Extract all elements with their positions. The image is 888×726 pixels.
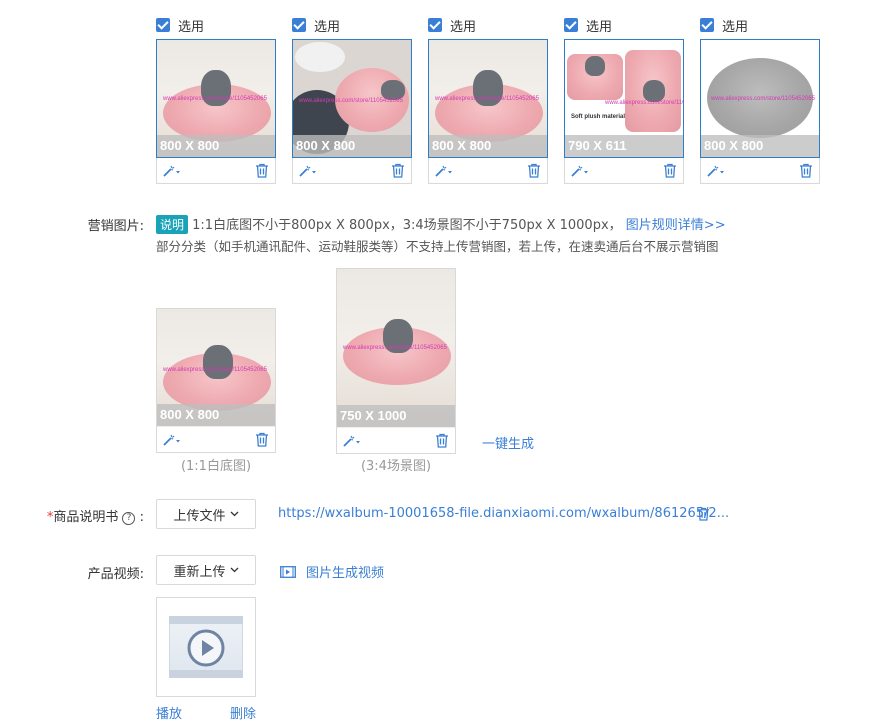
promo-caption: Soft plush material	[571, 114, 626, 120]
trash-icon[interactable]	[527, 163, 541, 178]
product-image-card: www.aliexpress.com/store/1105452065 800 X…	[428, 39, 548, 184]
image-toolbar	[565, 157, 683, 183]
image-toolbar	[293, 157, 411, 183]
marketing-portrait-image[interactable]: www.aliexpress.com/store/1105452065 750 …	[337, 269, 455, 427]
product-image-card: www.aliexpress.com/store/1105452065 800 X…	[292, 39, 412, 184]
trash-icon[interactable]	[391, 163, 405, 178]
image-toolbar	[157, 426, 275, 452]
select-label: 选用	[586, 19, 613, 35]
chevron-down-icon	[230, 511, 238, 517]
image-rules-link[interactable]: 图片规则详情>>	[626, 218, 726, 233]
select-label: 选用	[450, 19, 477, 35]
portrait-caption: (3:4场景图)	[360, 459, 432, 474]
select-label: 选用	[178, 19, 205, 35]
trash-icon[interactable]	[255, 163, 269, 178]
marketing-note: 部分分类（如手机通讯配件、运动鞋服类等）不支持上传营销图，若上传，在速卖通后台不…	[156, 239, 719, 254]
image-toolbar	[157, 157, 275, 183]
trash-icon[interactable]	[799, 163, 813, 178]
marketing-rules-line: 说明 1:1白底图不小于800px X 800px，3:4场景图不小于750px…	[156, 214, 726, 234]
select-checkbox[interactable]: 选用	[156, 16, 205, 35]
magic-wand-icon[interactable]	[343, 434, 361, 448]
select-checkbox[interactable]: 选用	[428, 16, 477, 35]
magic-wand-icon[interactable]	[435, 164, 453, 178]
product-image[interactable]: www.aliexpress.com/store/1105452065 800 X…	[292, 39, 412, 158]
image-dimension: 800 X 800	[293, 135, 411, 157]
product-image[interactable]: www.aliexpress.com/store/1105452065 800 X…	[156, 39, 276, 158]
trash-icon[interactable]	[435, 433, 449, 448]
chevron-down-icon	[230, 567, 238, 573]
product-image-card: www.aliexpress.com/store/1105452065 800 X…	[156, 39, 276, 184]
select-label: 选用	[722, 19, 749, 35]
select-checkbox[interactable]: 选用	[292, 16, 341, 35]
select-checkbox[interactable]: 选用	[700, 16, 749, 35]
image-dimension: 800 X 800	[701, 135, 819, 157]
manual-file-link[interactable]: https://wxalbum-10001658-file.dianxiaomi…	[278, 506, 729, 521]
image-toolbar	[337, 427, 455, 453]
upload-file-button[interactable]: 上传文件	[156, 499, 256, 529]
marketing-portrait-card: www.aliexpress.com/store/1105452065 750 …	[336, 268, 456, 454]
product-image[interactable]: Soft plush material www.aliexpress.com/st…	[564, 39, 684, 158]
checkbox-checked-icon[interactable]	[156, 18, 170, 32]
image-dimension: 790 X 611	[565, 135, 683, 157]
magic-wand-icon[interactable]	[163, 433, 181, 447]
checkbox-checked-icon[interactable]	[700, 18, 714, 32]
image-to-video-link[interactable]: 图片生成视频	[280, 562, 384, 581]
select-checkbox[interactable]: 选用	[564, 16, 613, 35]
info-badge: 说明	[156, 215, 189, 234]
image-dimension: 800 X 800	[157, 404, 275, 426]
image-dimension: 800 X 800	[157, 135, 275, 157]
product-image-card: www.aliexpress.com/store/1105452065 800 X…	[700, 39, 820, 184]
image-dimension: 750 X 1000	[337, 405, 455, 427]
product-image-card: Soft plush material www.aliexpress.com/st…	[564, 39, 684, 184]
trash-icon[interactable]	[697, 507, 710, 525]
checkbox-checked-icon[interactable]	[292, 18, 306, 32]
image-toolbar	[701, 157, 819, 183]
play-link[interactable]: 播放	[156, 703, 182, 722]
magic-wand-icon[interactable]	[707, 164, 725, 178]
video-label: 产品视频:	[87, 567, 144, 582]
checkbox-checked-icon[interactable]	[564, 18, 578, 32]
marketing-square-image[interactable]: www.aliexpress.com/store/1105452065 800 …	[157, 309, 275, 426]
select-label: 选用	[314, 19, 341, 35]
product-image[interactable]: www.aliexpress.com/store/1105452065 800 X…	[428, 39, 548, 158]
image-toolbar	[429, 157, 547, 183]
marketing-square-card: www.aliexpress.com/store/1105452065 800 …	[156, 308, 276, 453]
product-image[interactable]: www.aliexpress.com/store/1105452065 800 X…	[700, 39, 820, 158]
square-caption: (1:1白底图)	[180, 459, 252, 474]
image-dimension: 800 X 800	[429, 135, 547, 157]
video-icon	[280, 565, 296, 578]
one-click-generate-link[interactable]: 一键生成	[482, 433, 534, 452]
checkbox-checked-icon[interactable]	[428, 18, 442, 32]
play-icon	[187, 629, 225, 667]
trash-icon[interactable]	[663, 163, 677, 178]
video-thumbnail[interactable]	[156, 597, 256, 697]
magic-wand-icon[interactable]	[571, 164, 589, 178]
delete-link[interactable]: 删除	[230, 703, 256, 722]
trash-icon[interactable]	[255, 432, 269, 447]
magic-wand-icon[interactable]	[163, 164, 181, 178]
magic-wand-icon[interactable]	[299, 164, 317, 178]
marketing-images-label: 营销图片:	[87, 219, 144, 234]
help-icon[interactable]: ?	[122, 512, 136, 525]
manual-label: *商品说明书 ? :	[46, 510, 144, 525]
marketing-rule-text: 1:1白底图不小于800px X 800px，3:4场景图不小于750px X …	[192, 218, 622, 233]
reupload-button[interactable]: 重新上传	[156, 555, 256, 585]
